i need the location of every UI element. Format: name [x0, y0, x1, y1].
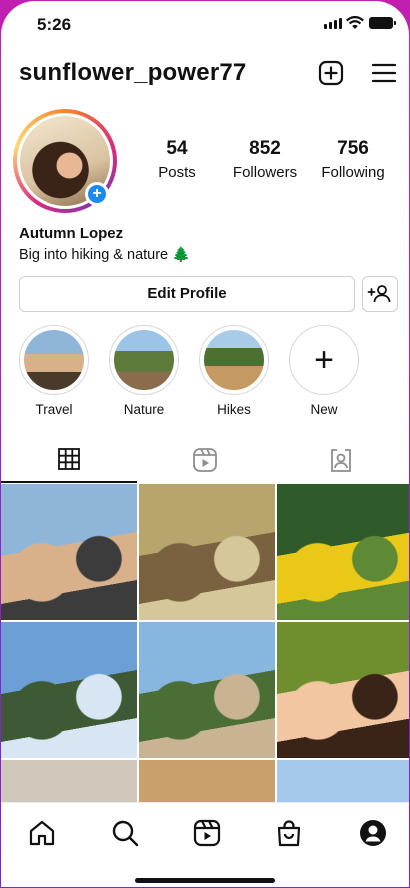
discover-people-button[interactable] [362, 276, 398, 312]
posts-label: Posts [158, 164, 196, 181]
tab-reels[interactable] [137, 437, 273, 483]
stat-following[interactable]: 756 Following [315, 138, 391, 181]
highlight-label: Hikes [217, 402, 251, 417]
tagged-icon [331, 449, 351, 472]
followers-label: Followers [232, 164, 298, 181]
posts-count: 54 [166, 138, 188, 159]
profile-name: Autumn Lopez [19, 225, 124, 242]
profile-bio: Big into hiking & nature 🌲 [19, 247, 191, 263]
following-label: Following [321, 164, 385, 181]
highlight-label: Travel [35, 402, 73, 417]
post-thumbnail[interactable] [139, 622, 275, 758]
cellular-signal-icon [324, 18, 342, 29]
device-frame: 5:26 sunflower_power77 + 54 Posts 852 Fo… [0, 0, 410, 888]
shop-icon[interactable] [274, 818, 304, 848]
reels-icon [193, 448, 217, 472]
highlight-label: New [310, 402, 338, 417]
menu-icon[interactable] [371, 60, 397, 86]
status-time: 5:26 [37, 15, 72, 34]
profile-icon[interactable] [358, 818, 388, 848]
new-post-icon[interactable] [318, 60, 344, 86]
stat-followers[interactable]: 852 Followers [227, 138, 303, 181]
post-thumbnail[interactable] [277, 484, 409, 620]
post-thumbnail[interactable] [139, 484, 275, 620]
search-icon[interactable] [110, 818, 140, 848]
tab-posts-grid[interactable] [1, 437, 137, 483]
add-story-icon[interactable]: + [85, 182, 109, 206]
profile-username[interactable]: sunflower_power77 [19, 59, 246, 87]
post-thumbnail[interactable] [1, 484, 137, 620]
edit-profile-button[interactable]: Edit Profile [19, 276, 355, 312]
profile-tabs [1, 437, 409, 483]
highlight-hikes[interactable]: Hikes [199, 325, 269, 417]
highlight-label: Nature [123, 402, 165, 417]
home-icon[interactable] [27, 818, 57, 848]
post-thumbnail[interactable] [277, 622, 409, 758]
highlight-nature[interactable]: Nature [109, 325, 179, 417]
add-user-icon [367, 285, 391, 303]
highlight-new[interactable]: + New [289, 325, 359, 417]
grid-icon [58, 448, 80, 470]
status-bar: 5:26 [1, 1, 409, 45]
reels-nav-icon[interactable] [192, 818, 222, 848]
highlight-cover [204, 330, 264, 390]
plus-icon: + [314, 340, 334, 379]
wifi-icon [346, 16, 364, 29]
post-thumbnail[interactable] [1, 622, 137, 758]
followers-count: 852 [249, 138, 281, 159]
highlight-cover [24, 330, 84, 390]
tab-tagged[interactable] [273, 437, 409, 483]
following-count: 756 [337, 138, 369, 159]
highlight-travel[interactable]: Travel [19, 325, 89, 417]
bottom-navigation [1, 802, 409, 887]
highlight-cover [114, 330, 174, 390]
battery-icon [369, 17, 396, 29]
app-screen: 5:26 sunflower_power77 + 54 Posts 852 Fo… [1, 1, 409, 887]
home-indicator [135, 878, 275, 883]
stat-posts[interactable]: 54 Posts [155, 138, 199, 181]
